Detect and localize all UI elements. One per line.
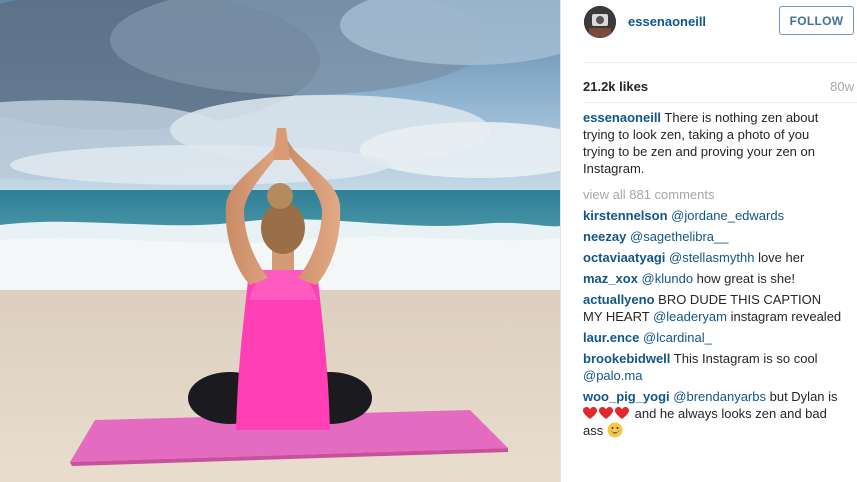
comments-list: kirstennelson @jordane_edwards neezay @s… — [583, 207, 843, 443]
instagram-post: essenaoneill FOLLOW 21.2k likes 80w esse… — [0, 0, 857, 482]
comment-mention[interactable]: @leaderyam — [653, 309, 727, 324]
comment-mention[interactable]: @jordane_edwards — [671, 208, 784, 223]
yoga-beach-photo — [0, 0, 560, 482]
comment-item: maz_xox @klundo how great is she! — [583, 270, 843, 287]
comment-item: woo_pig_yogi @brendanyarbs but Dylan is … — [583, 388, 843, 439]
likes-count[interactable]: 21.2k likes — [583, 79, 648, 94]
profile-avatar[interactable] — [584, 6, 616, 38]
comment-item: kirstennelson @jordane_edwards — [583, 207, 843, 224]
comment-mention[interactable]: @palo.ma — [583, 368, 642, 383]
comment-item: brookebidwell This Instagram is so cool … — [583, 350, 843, 384]
comment-text: but Dylan is — [766, 389, 838, 404]
grinning-face-icon — [607, 422, 623, 438]
comment-username[interactable]: brookebidwell — [583, 351, 670, 366]
post-side-panel: essenaoneill FOLLOW 21.2k likes 80w esse… — [561, 0, 857, 482]
comment-username[interactable]: maz_xox — [583, 271, 638, 286]
comment-item: laur.ence @lcardinal_ — [583, 329, 843, 346]
comment-text: how great is she! — [693, 271, 795, 286]
comment-mention[interactable]: @klundo — [642, 271, 694, 286]
red-heart-icon — [583, 407, 597, 419]
comment-username[interactable]: octaviaatyagi — [583, 250, 665, 265]
comment-mention[interactable]: @brendanyarbs — [673, 389, 766, 404]
red-heart-icon — [615, 407, 629, 419]
comment-item: actuallyeno BRO DUDE THIS CAPTION MY HEA… — [583, 291, 843, 325]
avatar-icon — [584, 6, 616, 38]
view-all-comments-link[interactable]: view all 881 comments — [583, 187, 715, 202]
comment-username[interactable]: neezay — [583, 229, 626, 244]
comment-text: love her — [754, 250, 805, 265]
post-age[interactable]: 80w — [830, 79, 854, 94]
post-photo[interactable] — [0, 0, 560, 482]
comment-username[interactable]: actuallyeno — [583, 292, 655, 307]
comment-username[interactable]: laur.ence — [583, 330, 639, 345]
comment-username[interactable]: kirstennelson — [583, 208, 668, 223]
comment-item: neezay @sagethelibra__ — [583, 228, 843, 245]
comment-text: This Instagram is so cool — [670, 351, 818, 366]
post-author-username[interactable]: essenaoneill — [628, 14, 706, 29]
header-divider — [583, 62, 857, 63]
comment-mention[interactable]: @sagethelibra__ — [630, 229, 728, 244]
comment-text: instagram revealed — [726, 309, 842, 324]
comment-item: octaviaatyagi @stellasmythh love her — [583, 249, 843, 266]
post-header: essenaoneill FOLLOW — [561, 0, 857, 46]
likes-divider — [583, 102, 857, 103]
follow-button[interactable]: FOLLOW — [779, 6, 854, 35]
comment-mention[interactable]: @stellasmythh — [669, 250, 754, 265]
comment-mention[interactable]: @lcardinal_ — [643, 330, 712, 345]
caption-username[interactable]: essenaoneill — [583, 110, 661, 125]
post-caption: essenaoneill There is nothing zen about … — [583, 109, 841, 177]
red-heart-icon — [599, 407, 613, 419]
comment-username[interactable]: woo_pig_yogi — [583, 389, 670, 404]
